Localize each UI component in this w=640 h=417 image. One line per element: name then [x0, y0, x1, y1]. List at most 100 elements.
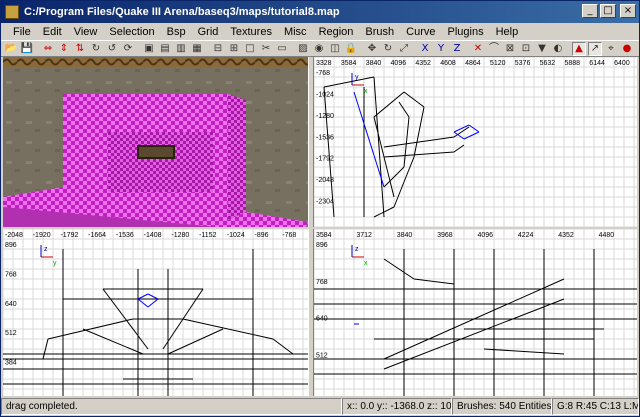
clipper-button[interactable]: ✂ [259, 42, 273, 56]
menu-grid[interactable]: Grid [192, 26, 225, 38]
hollow-button[interactable]: □ [243, 42, 257, 56]
menu-help[interactable]: Help [490, 26, 525, 38]
point-button[interactable]: ● [620, 42, 634, 56]
x-tick-label: 4096 [478, 232, 494, 239]
change-view-button[interactable]: ▭ [275, 42, 289, 56]
x-tick-label: 3968 [437, 232, 453, 239]
select-inside-button[interactable]: ▦ [190, 42, 204, 56]
maximize-button[interactable]: □ [600, 4, 616, 18]
hollow-icon: □ [245, 42, 255, 54]
y-tick-label: -1792 [316, 156, 334, 163]
select-entity-icon: ⌖ [608, 42, 614, 54]
free-scale-button[interactable]: ⤢ [397, 42, 411, 56]
scale-y-button[interactable]: Y [434, 42, 448, 56]
y-tick-label: 896 [5, 242, 17, 249]
flip-y-button[interactable]: ⇕ [57, 42, 71, 56]
close-button[interactable]: × [620, 4, 636, 18]
y-tick-label: -1536 [316, 134, 334, 141]
select-inside-icon: ▦ [192, 42, 202, 54]
patch-insdel-button[interactable]: ⊠ [503, 42, 517, 56]
horizontal-splitter[interactable] [3, 227, 637, 229]
flip-y-icon: ⇕ [59, 42, 69, 54]
x-tick-label: 3584 [316, 232, 332, 239]
menu-misc[interactable]: Misc [278, 26, 313, 38]
status-counts: Brushes: 540 Entities: 20 [452, 398, 552, 415]
free-rotate-button[interactable]: ↻ [381, 42, 395, 56]
select-complete-button[interactable]: ▣ [142, 42, 156, 56]
save-button[interactable]: 💾 [20, 42, 34, 56]
menu-bsp[interactable]: Bsp [161, 26, 192, 38]
window-title: C:/Program Files/Quake III Arena/baseq3/… [24, 6, 340, 18]
menu-selection[interactable]: Selection [103, 26, 160, 38]
x-tick-label: 4224 [518, 232, 534, 239]
flip-z-button[interactable]: ⇅ [73, 42, 87, 56]
camera-button[interactable]: ◉ [312, 42, 326, 56]
rotate-x-button[interactable]: ↻ [89, 42, 103, 56]
patch-weld-button[interactable]: ⊡ [519, 42, 533, 56]
clipper-icon: ✂ [261, 42, 271, 54]
csg-subtract-icon: ⊟ [213, 42, 223, 54]
menu-view[interactable]: View [68, 26, 104, 38]
axis-x-label: x [364, 88, 368, 95]
xz-view[interactable]: 3584 3712 3840 3968 4096 4224 4352 4480 896 768 64… [314, 229, 637, 396]
xy-view[interactable]: 3328 3584 3840 4096 4352 4608 4864 5120 5376 5632… [314, 57, 637, 227]
select-touching-button[interactable]: ▤ [158, 42, 172, 56]
x-tick-label: -1280 [171, 232, 189, 239]
status-bar: drag completed. x:: 0.0 y:: -1368.0 z:: … [1, 397, 639, 416]
y-tick-label: -1280 [316, 113, 334, 120]
x-tick-label: 5376 [515, 60, 531, 67]
csg-merge-button[interactable]: ⊞ [227, 42, 241, 56]
scale-x-button[interactable]: X [418, 42, 432, 56]
patch-smooth-icon: ◐ [553, 42, 563, 54]
brush-outlines [3, 249, 308, 396]
x-tick-label: 4480 [599, 232, 615, 239]
open-icon: 📂 [4, 42, 18, 54]
axis-y-label: z [355, 246, 359, 253]
x-tick-label: 3584 [341, 60, 357, 67]
menu-plugins[interactable]: Plugins [442, 26, 490, 38]
menu-textures[interactable]: Textures [224, 26, 278, 38]
selection-outline [353, 91, 480, 188]
texture-lock-button[interactable]: 🔒 [344, 42, 358, 56]
minimize-button[interactable]: _ [582, 4, 598, 18]
menu-file[interactable]: File [7, 26, 37, 38]
open-button[interactable]: 📂 [4, 42, 18, 56]
x-tick-label: -2048 [5, 232, 23, 239]
select-entity-button[interactable]: ⌖ [604, 42, 618, 56]
grid-lines [314, 57, 637, 227]
drill-down-button[interactable]: ▼ [535, 42, 549, 56]
cube-clip-button[interactable]: ◫ [328, 42, 342, 56]
camera-mode-button[interactable]: ↗ [588, 41, 602, 56]
flip-x-button[interactable]: ⇔ [41, 42, 55, 56]
app-window: C:/Program Files/Quake III Arena/baseq3/… [0, 0, 640, 417]
csg-subtract-button[interactable]: ⊟ [211, 42, 225, 56]
camera-view[interactable] [3, 57, 308, 227]
texture-view-button[interactable]: ▨ [296, 42, 310, 56]
menu-region[interactable]: Region [313, 26, 360, 38]
menu-curve[interactable]: Curve [400, 26, 441, 38]
move-button[interactable]: ✥ [365, 42, 379, 56]
x-tick-label: 3328 [316, 60, 332, 67]
csg-merge-icon: ⊞ [229, 42, 239, 54]
menu-brush[interactable]: Brush [359, 26, 400, 38]
brush-outlines [314, 249, 637, 396]
patch-bend-button[interactable]: ⌒ [487, 42, 501, 56]
save-icon: 💾 [20, 42, 34, 54]
select-partial-button[interactable]: ▥ [174, 42, 188, 56]
rotate-y-icon: ↺ [107, 42, 117, 54]
rotate-z-button[interactable]: ⟳ [121, 42, 135, 56]
scale-y-icon: Y [437, 42, 445, 54]
show-patch-button[interactable]: ✕ [471, 42, 485, 56]
menu-edit[interactable]: Edit [37, 26, 68, 38]
entity-button[interactable]: ▲ [572, 41, 586, 56]
camera-mode-icon: ↗ [590, 42, 600, 54]
scale-z-icon: Z [453, 42, 461, 54]
rotate-y-button[interactable]: ↺ [105, 42, 119, 56]
patch-smooth-button[interactable]: ◐ [551, 42, 565, 56]
title-bar[interactable]: C:/Program Files/Quake III Arena/baseq3/… [1, 1, 639, 23]
y-tick-label: 640 [5, 301, 17, 308]
patch-weld-icon: ⊡ [521, 42, 531, 54]
scale-z-button[interactable]: Z [450, 42, 464, 56]
yz-view[interactable]: -2048 -1920 -1792 -1664 -1536 -1408 -1280 -1152… [3, 229, 308, 396]
x-tick-label: -1536 [116, 232, 134, 239]
